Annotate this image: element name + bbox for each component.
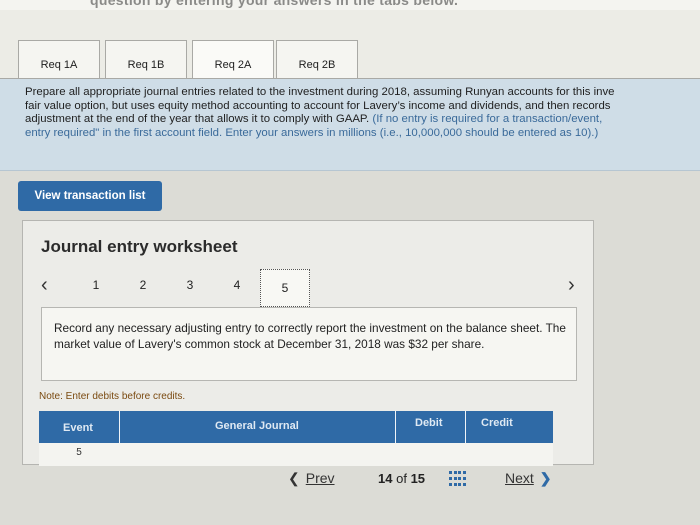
question-navigation: ❮ Prev 14 of 15 Next ❯ [0,465,700,525]
current-question: 14 [378,471,393,486]
instructions-line-1: Prepare all appropriate journal entries … [25,86,615,98]
top-banner-text: question by entering your answers in the… [90,0,459,8]
next-entry-chevron-icon[interactable]: › [568,275,575,295]
event-cell: 5 [76,447,82,458]
prev-button[interactable]: ❮ Prev [288,470,335,487]
instructions-panel: Prepare all appropriate journal entries … [0,79,700,171]
entry-description: Record any necessary adjusting entry to … [41,307,577,381]
prev-entry-chevron-icon[interactable]: ‹ [41,275,48,295]
instructions-line-3-highlight: (If no entry is required for a transacti… [372,113,603,125]
total-questions: 15 [410,471,426,486]
journal-entry-worksheet: Journal entry worksheet ‹ 1 2 3 4 5 › Re… [22,220,594,466]
journal-table: Event General Journal Debit Credit 5 [39,411,553,466]
instructions-line-2: fair value option, but uses equity metho… [25,99,611,112]
counter-of: of [396,471,407,486]
header-divider [465,411,466,443]
debits-note: Note: Enter debits before credits. [39,391,186,402]
instructions-line-4: entry required" in the first account fie… [25,126,599,139]
next-label: Next [505,470,534,486]
tab-bar: Req 1A Req 1B Req 2A Req 2B [0,10,700,88]
header-divider [119,411,120,443]
credit-header: Credit [481,417,513,429]
entry-page-3[interactable]: 3 [183,278,197,292]
debit-header: Debit [415,417,443,429]
entry-page-4[interactable]: 4 [230,278,244,292]
next-button[interactable]: Next ❯ [505,470,552,487]
general-journal-header: General Journal [215,420,299,432]
chevron-left-icon: ❮ [288,470,300,486]
header-divider [395,411,396,443]
entry-page-1[interactable]: 1 [89,278,103,292]
chevron-right-icon: ❯ [539,470,552,486]
journal-table-header: Event General Journal Debit Credit [39,411,553,443]
top-banner: question by entering your answers in the… [0,0,700,10]
prev-label: Prev [305,470,335,486]
view-transaction-list-button[interactable]: View transaction list [18,181,162,211]
question-grid-icon[interactable] [449,471,467,487]
event-header: Event [63,422,93,434]
entry-page-2[interactable]: 2 [136,278,150,292]
worksheet-title: Journal entry worksheet [41,237,238,256]
entry-page-5-current[interactable]: 5 [260,269,310,307]
instructions-line-3: adjustment at the end of the year that a… [25,113,700,127]
instructions-line-3-text: adjustment at the end of the year that a… [25,113,370,125]
question-counter: 14 of 15 [378,471,425,486]
